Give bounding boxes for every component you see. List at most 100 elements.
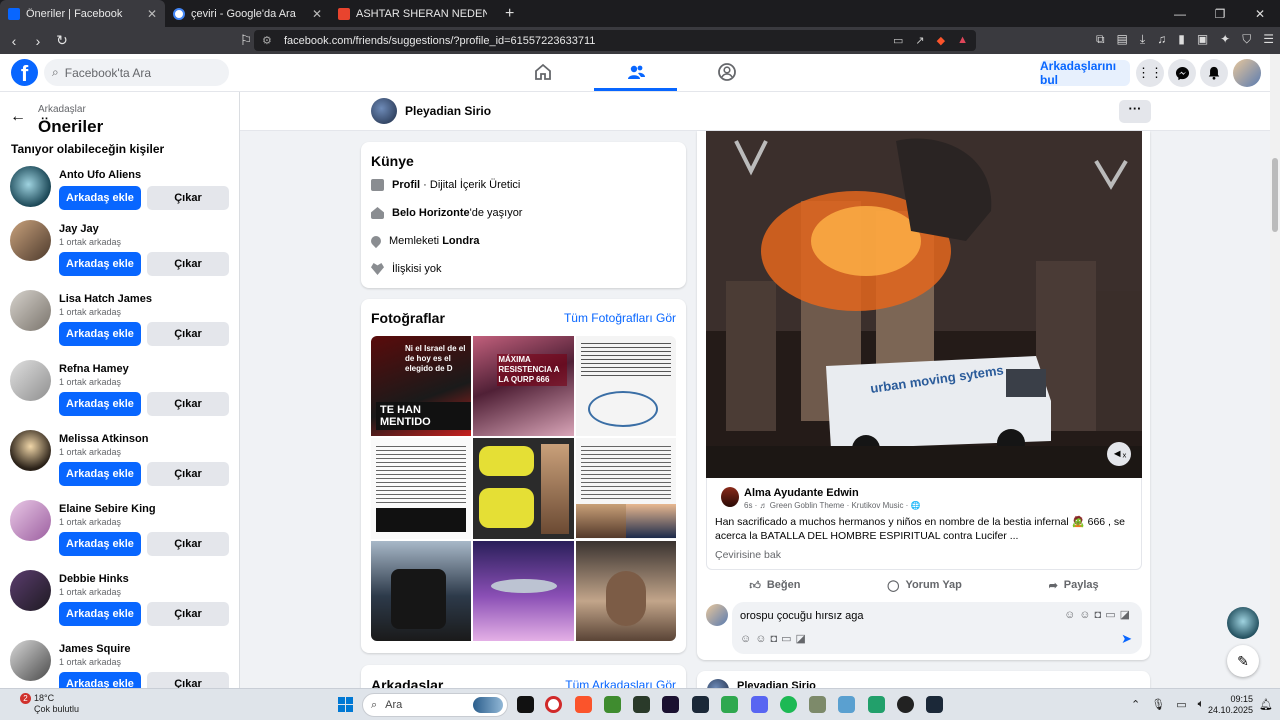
messenger-icon[interactable] [1168,59,1196,87]
profile-name[interactable]: Pleyadian Sirio [405,104,491,118]
brave-icon[interactable] [575,696,592,713]
breadcrumb[interactable]: Arkadaşlar [38,104,86,115]
menu-icon[interactable]: ☰ [1263,32,1274,47]
volume-icon[interactable]: 🔈︎ [1198,698,1205,711]
suggestion-item[interactable]: Debbie Hinks 1 ortak arkadaş Arkadaş ekl… [10,570,232,636]
sticker-icon[interactable]: ◪ [1120,609,1134,621]
remove-button[interactable]: Çıkar [147,672,229,688]
epic-games-icon[interactable] [517,696,534,713]
remove-button[interactable]: Çıkar [147,462,229,486]
bookmark-icon[interactable]: ⚐ [236,32,256,49]
suggestion-item[interactable]: James Squire 1 ortak arkadaş Arkadaş ekl… [10,640,232,688]
photo-thumbnail[interactable] [371,540,472,641]
send-icon[interactable]: ➤ [1121,631,1132,647]
photo-thumbnail[interactable] [575,540,676,641]
close-tab-icon[interactable]: ✕ [312,7,322,21]
suggestion-item[interactable]: Refna Hamey 1 ortak arkadaş Arkadaş ekle… [10,360,232,426]
author-avatar[interactable] [721,487,739,507]
network-icon[interactable]: ▭ [1176,698,1186,711]
home-icon[interactable] [533,62,553,82]
emoji-icon[interactable]: ☺ [1079,609,1094,621]
app-icon[interactable] [838,696,855,713]
person-name[interactable]: Melissa Atkinson [59,433,148,445]
opera-icon[interactable] [545,696,562,713]
back-icon[interactable]: ‹ [4,33,24,49]
camera-icon[interactable]: ◘ [770,633,781,645]
app-icon[interactable] [897,696,914,713]
gif-icon[interactable]: ▭ [781,633,795,645]
forward-icon[interactable]: › [28,33,48,49]
vpn-icon[interactable]: ⛉ [1242,32,1251,47]
notifications-icon[interactable] [1200,59,1228,87]
spotify-icon[interactable] [780,696,797,713]
remove-button[interactable]: Çıkar [147,322,229,346]
remove-button[interactable]: Çıkar [147,186,229,210]
notification-center-icon[interactable]: 🔔︎ [1259,698,1273,711]
add-friend-button[interactable]: Arkadaş ekle [59,462,141,486]
app-icon[interactable] [868,696,885,713]
extensions-icon[interactable]: ⧉ [1096,32,1105,47]
add-friend-button[interactable]: Arkadaş ekle [59,186,141,210]
avatar[interactable] [10,360,51,401]
page-scrollbar[interactable] [1270,54,1280,688]
avatar[interactable] [10,430,51,471]
comment-button[interactable]: ◯ Yorum Yap [887,574,962,596]
avatar[interactable] [10,290,51,331]
see-all-photos-link[interactable]: Tüm Fotoğrafları Gör [564,311,676,325]
lives-city[interactable]: Belo Horizonte [392,207,470,219]
more-options-button[interactable]: ··· [1119,100,1151,123]
new-tab-button[interactable]: + [495,0,524,27]
maximize-icon[interactable]: ❐ [1200,0,1240,27]
close-window-icon[interactable]: ✕ [1240,0,1280,27]
game-icon[interactable] [809,696,826,713]
add-friend-button[interactable]: Arkadaş ekle [59,532,141,556]
mute-icon[interactable]: ◄ₓ [1107,442,1131,466]
profile-avatar[interactable] [371,98,397,124]
back-arrow-icon[interactable]: ← [10,108,26,126]
add-friend-button[interactable]: Arkadaş ekle [59,602,141,626]
xbox-icon[interactable] [721,696,738,713]
remove-button[interactable]: Çıkar [147,532,229,556]
commenter-avatar[interactable] [706,604,728,626]
photo-thumbnail[interactable] [473,540,574,641]
download-icon[interactable]: ⤓ [1140,32,1145,47]
facebook-logo[interactable]: f [11,59,38,86]
account-avatar[interactable] [1233,59,1261,87]
sticker-icon[interactable]: ◪ [796,633,810,645]
person-name[interactable]: Lisa Hatch James [59,293,152,305]
person-name[interactable]: Anto Ufo Aliens [59,169,141,181]
tab-google[interactable]: çeviri - Google'da Ara ✕ [165,0,330,27]
avatar-sticker-icon[interactable]: ☺ [740,633,755,645]
photo-thumbnail[interactable]: MÁXIMA RESISTENCIA A LA QURP 666 [473,336,574,437]
menu-grid-icon[interactable]: ⋮⋮ [1136,59,1164,87]
suggestion-item[interactable]: Elaine Sebire King 1 ortak arkadaş Arkad… [10,500,232,566]
emoji-icon[interactable]: ☺ [755,633,770,645]
avatar[interactable] [10,166,51,207]
discord-icon[interactable] [751,696,768,713]
remove-button[interactable]: Çıkar [147,252,229,276]
avatar-sticker-icon[interactable]: ☺ [1064,609,1079,621]
minecraft-icon[interactable] [604,696,621,713]
chevron-up-icon[interactable]: ⌃ [1131,698,1140,711]
music-icon[interactable]: ♫ [1157,32,1166,47]
steam-icon[interactable] [926,696,943,713]
person-name[interactable]: James Squire [59,643,131,655]
url-field[interactable]: ⚙ facebook.com/friends/suggestions/?prof… [254,30,976,51]
remove-button[interactable]: Çıkar [147,602,229,626]
site-settings-icon[interactable]: ⚙ [262,34,272,47]
suggestion-item[interactable]: Melissa Atkinson 1 ortak arkadaş Arkadaş… [10,430,232,496]
scrollbar-thumb[interactable] [1272,158,1278,232]
avatar[interactable] [10,500,51,541]
microphone-icon[interactable]: 🎙︎ [1151,698,1165,711]
reader-icon[interactable]: ▤ [1117,32,1128,47]
add-friend-button[interactable]: Arkadaş ekle [59,672,141,688]
avatar[interactable] [10,570,51,611]
avatar[interactable] [10,220,51,261]
start-icon[interactable] [338,697,353,712]
reload-icon[interactable]: ↻ [52,32,72,49]
weather-widget[interactable]: 2 18°C Çok bulutlu [10,693,79,715]
game-icon[interactable] [633,696,650,713]
person-name[interactable]: Elaine Sebire King [59,503,156,515]
photo-thumbnail[interactable] [371,438,472,539]
app-icon[interactable] [662,696,679,713]
